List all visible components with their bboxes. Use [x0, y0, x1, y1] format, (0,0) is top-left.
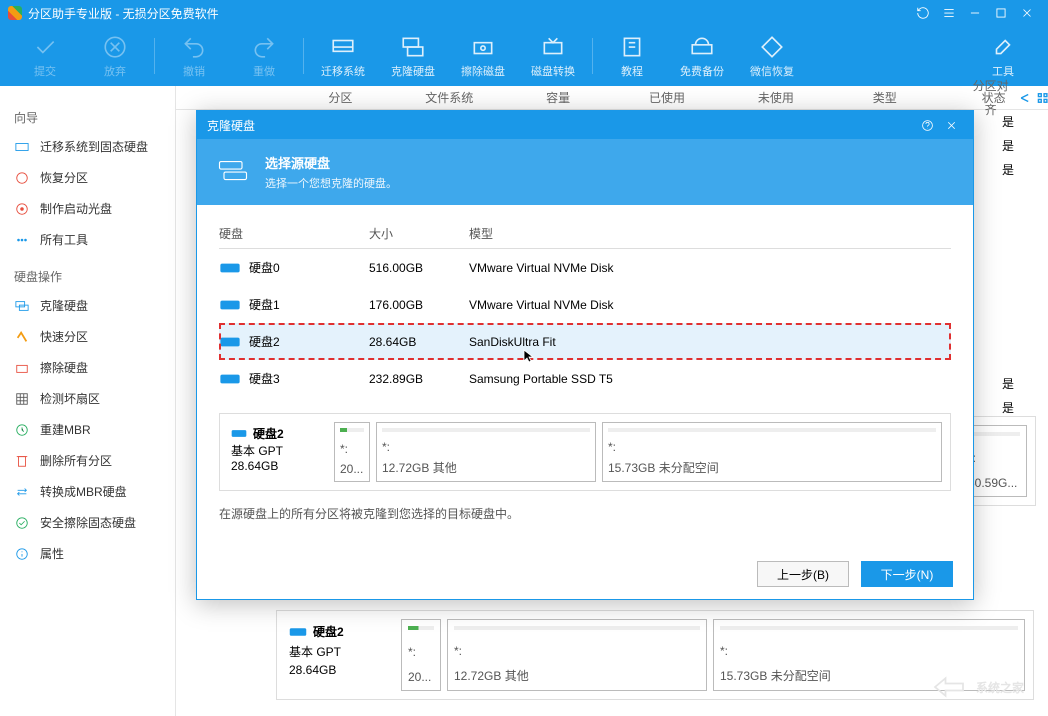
- clone-disk-button[interactable]: 克隆硬盘: [378, 28, 448, 84]
- undo-button[interactable]: 撤销: [159, 28, 229, 84]
- app-logo-icon: [8, 6, 22, 20]
- sidebar-item-recover-partition[interactable]: 恢复分区: [0, 162, 175, 193]
- backup-button[interactable]: 免费备份: [667, 28, 737, 84]
- dialog-step-title: 选择源硬盘: [265, 153, 397, 172]
- dialog-step-subtitle: 选择一个您想克隆的硬盘。: [265, 175, 397, 191]
- table-row[interactable]: 硬盘3 232.89GBSamsung Portable SSD T5: [219, 360, 951, 397]
- align-value: 是: [968, 372, 1048, 396]
- minimize-icon[interactable]: [962, 0, 988, 26]
- disk-table: 硬盘大小模型 硬盘0 516.00GBVMware Virtual NVMe D…: [219, 219, 951, 397]
- table-row[interactable]: 硬盘0 516.00GBVMware Virtual NVMe Disk: [219, 249, 951, 286]
- dialog-note: 在源硬盘上的所有分区将被克隆到您选择的目标硬盘中。: [219, 505, 951, 522]
- refresh-icon[interactable]: [910, 0, 936, 26]
- disk-preview: 硬盘2 基本 GPT28.64GB *:20... *:12.72GB 其他 *…: [219, 413, 951, 491]
- sidebar-item-migrate-ssd[interactable]: 迁移系统到固态硬盘: [0, 131, 175, 162]
- sidebar-item-bad-sector[interactable]: 检测坏扇区: [0, 383, 175, 414]
- dialog-titlebar: 克隆硬盘: [197, 111, 973, 139]
- dialog-footer: 上一步(B) 下一步(N): [757, 561, 953, 587]
- dialog-close-icon[interactable]: [939, 113, 963, 137]
- dialog-header: 选择源硬盘 选择一个您想克隆的硬盘。: [197, 139, 973, 205]
- toolbar: 提交 放弃 撤销 重做 迁移系统 克隆硬盘 擦除磁盘 磁盘转换 教程 免费备份 …: [0, 26, 1048, 86]
- watermark: 系统之家: [928, 666, 1024, 708]
- sidebar-item-clone-disk[interactable]: 克隆硬盘: [0, 290, 175, 321]
- align-header[interactable]: 分区对齐: [968, 86, 1048, 110]
- help-icon[interactable]: [915, 113, 939, 137]
- wechat-recover-button[interactable]: 微信恢复: [737, 28, 807, 84]
- sidebar-item-properties[interactable]: 属性: [0, 538, 175, 569]
- wipe-disk-button[interactable]: 擦除磁盘: [448, 28, 518, 84]
- clone-disk-dialog: 克隆硬盘 选择源硬盘 选择一个您想克隆的硬盘。 硬盘大小模型 硬盘0 516.0…: [196, 110, 974, 600]
- sidebar-group-wizard: 向导: [0, 104, 175, 131]
- sidebar-group-disk-ops: 硬盘操作: [0, 263, 175, 290]
- app-title: 分区助手专业版 - 无损分区免费软件: [28, 5, 910, 22]
- disk-stack-icon: [215, 154, 251, 190]
- column-headers: 分区文件系统容量 已使用未使用类型状态: [176, 86, 1048, 110]
- menu-icon[interactable]: [936, 0, 962, 26]
- align-column: 分区对齐 是 是 是 是 是: [968, 86, 1048, 420]
- table-header: 硬盘大小模型: [219, 219, 951, 249]
- titlebar: 分区助手专业版 - 无损分区免费软件: [0, 0, 1048, 26]
- commit-button[interactable]: 提交: [10, 28, 80, 84]
- sidebar-item-all-tools[interactable]: 所有工具: [0, 224, 175, 255]
- disk-info: 硬盘2 基本 GPT28.64GB: [285, 619, 395, 691]
- sidebar-item-delete-all[interactable]: 删除所有分区: [0, 445, 175, 476]
- maximize-icon[interactable]: [988, 0, 1014, 26]
- align-value: 是: [968, 134, 1048, 158]
- tutorial-button[interactable]: 教程: [597, 28, 667, 84]
- align-value: 是: [968, 158, 1048, 182]
- sidebar-item-secure-erase-ssd[interactable]: 安全擦除固态硬盘: [0, 507, 175, 538]
- table-row[interactable]: 硬盘1 176.00GBVMware Virtual NVMe Disk: [219, 286, 951, 323]
- cursor-icon: [522, 348, 538, 367]
- discard-button[interactable]: 放弃: [80, 28, 150, 84]
- sidebar-item-rebuild-mbr[interactable]: 重建MBR: [0, 414, 175, 445]
- sidebar-item-boot-disc[interactable]: 制作启动光盘: [0, 193, 175, 224]
- next-button[interactable]: 下一步(N): [861, 561, 953, 587]
- sidebar-item-wipe-disk[interactable]: 擦除硬盘: [0, 352, 175, 383]
- dialog-title: 克隆硬盘: [207, 117, 915, 134]
- disk-layout[interactable]: 硬盘2 基本 GPT28.64GB *:20... *:12.72GB 其他 *…: [276, 610, 1034, 700]
- redo-button[interactable]: 重做: [229, 28, 299, 84]
- prev-button[interactable]: 上一步(B): [757, 561, 849, 587]
- table-row-selected[interactable]: 硬盘2 28.64GBSanDiskUltra Fit: [219, 323, 951, 360]
- convert-disk-button[interactable]: 磁盘转换: [518, 28, 588, 84]
- migrate-os-button[interactable]: 迁移系统: [308, 28, 378, 84]
- close-icon[interactable]: [1014, 0, 1040, 26]
- sidebar: 向导 迁移系统到固态硬盘 恢复分区 制作启动光盘 所有工具 硬盘操作 克隆硬盘 …: [0, 86, 176, 716]
- sidebar-item-quick-partition[interactable]: 快速分区: [0, 321, 175, 352]
- sidebar-item-convert-mbr[interactable]: 转换成MBR硬盘: [0, 476, 175, 507]
